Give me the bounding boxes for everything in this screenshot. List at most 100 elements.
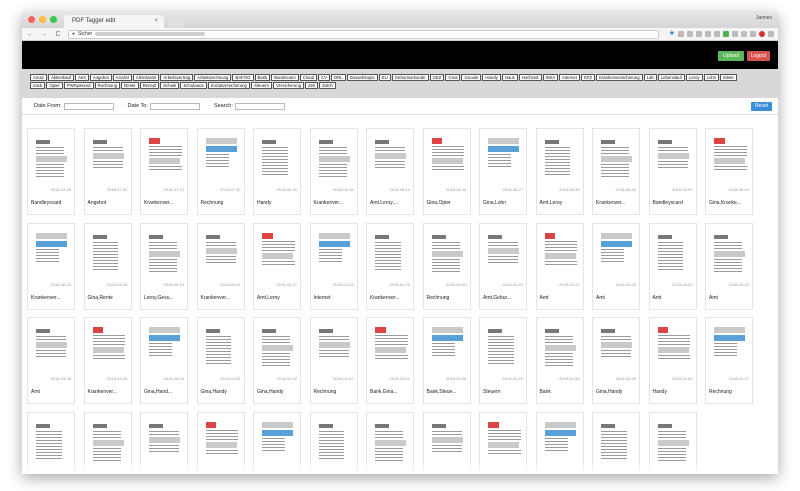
document-card[interactable]: 2018-03-06 Krankenver... [83, 317, 132, 404]
document-thumbnail[interactable] [542, 325, 578, 373]
tag-chip[interactable]: GEZ [429, 74, 445, 81]
tag-chip[interactable]: Aktienkauf [47, 74, 75, 81]
document-thumbnail[interactable] [486, 230, 521, 279]
document-thumbnail[interactable] [34, 419, 69, 468]
reload-icon[interactable]: C [54, 31, 62, 38]
document-card[interactable]: 2018-04-20 Amt,Gebur... [479, 222, 527, 310]
document-card[interactable]: 2018-07-10 Rechnung [196, 128, 245, 215]
extension-icon[interactable] [696, 31, 702, 37]
extension-icon[interactable] [750, 31, 756, 37]
browser-tab[interactable]: PDF Tagger edit × [64, 15, 164, 28]
extension-icon[interactable] [687, 31, 693, 37]
tag-chip[interactable]: Geburtsurkunde [391, 74, 429, 81]
extension-icon[interactable] [732, 31, 738, 37]
tag-chip[interactable]: Versicherung [273, 82, 305, 89]
tag-chip[interactable]: Amaz [30, 74, 47, 81]
document-thumbnail[interactable] [316, 419, 352, 468]
tag-chip[interactable]: PWSpassed [63, 82, 94, 89]
extension-icon[interactable] [714, 31, 720, 37]
tag-chip[interactable]: Rechnung [94, 82, 121, 89]
tag-chip[interactable]: Steuern [250, 82, 273, 89]
document-card[interactable]: 2018-06-27 Gina,Lohn [479, 128, 527, 215]
document-card[interactable]: 2018-02-02 Handy [648, 317, 697, 404]
document-thumbnail[interactable] [486, 136, 521, 184]
document-card[interactable]: 2018-07-18 Bandleyscard [27, 128, 75, 215]
document-thumbnail[interactable] [316, 325, 352, 373]
tag-chip[interactable]: IKEA [542, 74, 559, 81]
logout-button[interactable]: Logout [746, 51, 770, 61]
reset-button[interactable]: Reset [750, 102, 772, 111]
document-thumbnail[interactable] [316, 230, 352, 279]
document-thumbnail[interactable] [429, 419, 465, 468]
back-icon[interactable]: ← [26, 31, 34, 38]
document-card[interactable]: 2018-06-14 Amt,Leroy,... [366, 128, 414, 215]
document-card[interactable]: 2018-04-20 Rechnung [422, 222, 471, 310]
document-thumbnail[interactable] [486, 419, 521, 468]
document-card[interactable]: 2018-05-02 Krankenver... [196, 222, 245, 310]
new-tab-button[interactable] [168, 18, 184, 28]
tag-chip[interactable]: Handy [482, 74, 501, 81]
tag-chip[interactable]: Gooole [461, 74, 482, 81]
document-card[interactable]: 2018-01-27 Rechnung [705, 317, 753, 404]
address-bar[interactable]: ● Sicher [68, 29, 659, 39]
document-thumbnail[interactable] [599, 136, 634, 184]
document-thumbnail[interactable] [34, 230, 69, 279]
tag-chip[interactable]: Zeit [305, 82, 319, 89]
tag-chip[interactable]: Lohn [703, 74, 720, 81]
extension-icon[interactable] [723, 31, 729, 37]
extension-icon[interactable] [705, 31, 711, 37]
date-from-input[interactable] [63, 102, 114, 110]
tag-chip[interactable]: nacb [30, 82, 46, 89]
document-thumbnail[interactable] [712, 325, 747, 373]
tag-chip[interactable]: Arbeitsrechnung [194, 74, 232, 81]
document-card[interactable]: 2018-06-03 Krankenver... [27, 222, 75, 310]
tag-chip[interactable]: Miete [720, 74, 737, 81]
tag-chip[interactable]: Amt [75, 74, 89, 81]
document-thumbnail[interactable] [34, 136, 69, 184]
document-thumbnail[interactable] [90, 136, 126, 184]
document-thumbnail[interactable] [147, 136, 182, 184]
maximize-window-icon[interactable] [50, 16, 57, 23]
document-card[interactable]: 2018-06-28 Amt,Leroy [535, 128, 584, 215]
tag-chip[interactable]: DRL [331, 74, 346, 81]
document-card[interactable]: 2018-04-27 Amt,Leroy [253, 222, 301, 310]
document-card[interactable]: 2018-06-04 Gina,Kranke... [705, 128, 753, 215]
tag-chip[interactable]: Schule [160, 82, 180, 89]
document-card[interactable]: 2018-06-09 Bandleyscard [648, 128, 697, 215]
tag-chip[interactable]: EU [378, 74, 391, 81]
document-thumbnail[interactable] [599, 419, 634, 468]
document-thumbnail[interactable] [542, 419, 578, 468]
document-card[interactable]: 2018-04-20 Amt [535, 222, 584, 310]
document-thumbnail[interactable] [429, 136, 465, 184]
document-card[interactable]: 2018-04-20 Amt [648, 222, 697, 310]
tag-chip[interactable]: BAFOG [232, 74, 254, 81]
tag-chip[interactable]: Angebot [89, 74, 112, 81]
document-card[interactable]: 2018-06-30 Handy [253, 128, 301, 215]
tag-chip[interactable]: Rezept [139, 82, 160, 89]
tag-chip[interactable]: Schufaaus [180, 82, 207, 89]
extension-icon[interactable] [741, 31, 747, 37]
tag-chip[interactable]: Opier [46, 82, 63, 89]
document-thumbnail[interactable] [429, 325, 465, 373]
tag-chip[interactable]: Bank [254, 74, 271, 81]
document-thumbnail[interactable] [373, 419, 408, 468]
document-thumbnail[interactable] [655, 419, 691, 468]
tag-chip[interactable]: Sozialversicherung [207, 82, 250, 89]
document-thumbnail[interactable] [147, 325, 182, 373]
document-thumbnail[interactable] [712, 230, 747, 279]
document-card[interactable]: 2018-07-02 Angebot [83, 128, 132, 215]
document-thumbnail[interactable] [542, 230, 578, 279]
document-thumbnail[interactable] [599, 230, 634, 279]
document-thumbnail[interactable] [203, 230, 239, 279]
document-thumbnail[interactable] [90, 419, 126, 468]
document-card[interactable]: 2018-03-02 Gina,Handy [253, 317, 301, 404]
document-card[interactable]: 2018-03-01 Bank,Gina... [366, 317, 414, 404]
tag-chip[interactable]: Lab [643, 74, 657, 81]
profile-name[interactable]: Jannes [756, 15, 772, 21]
document-thumbnail[interactable] [203, 325, 239, 373]
document-thumbnail[interactable] [203, 419, 239, 468]
document-thumbnail[interactable] [90, 325, 126, 373]
tag-chip[interactable]: Dosanhkopie [346, 74, 378, 81]
tag-chip[interactable]: Haus [501, 74, 518, 81]
tag-chip[interactable]: Krankenversicherung [596, 74, 643, 81]
